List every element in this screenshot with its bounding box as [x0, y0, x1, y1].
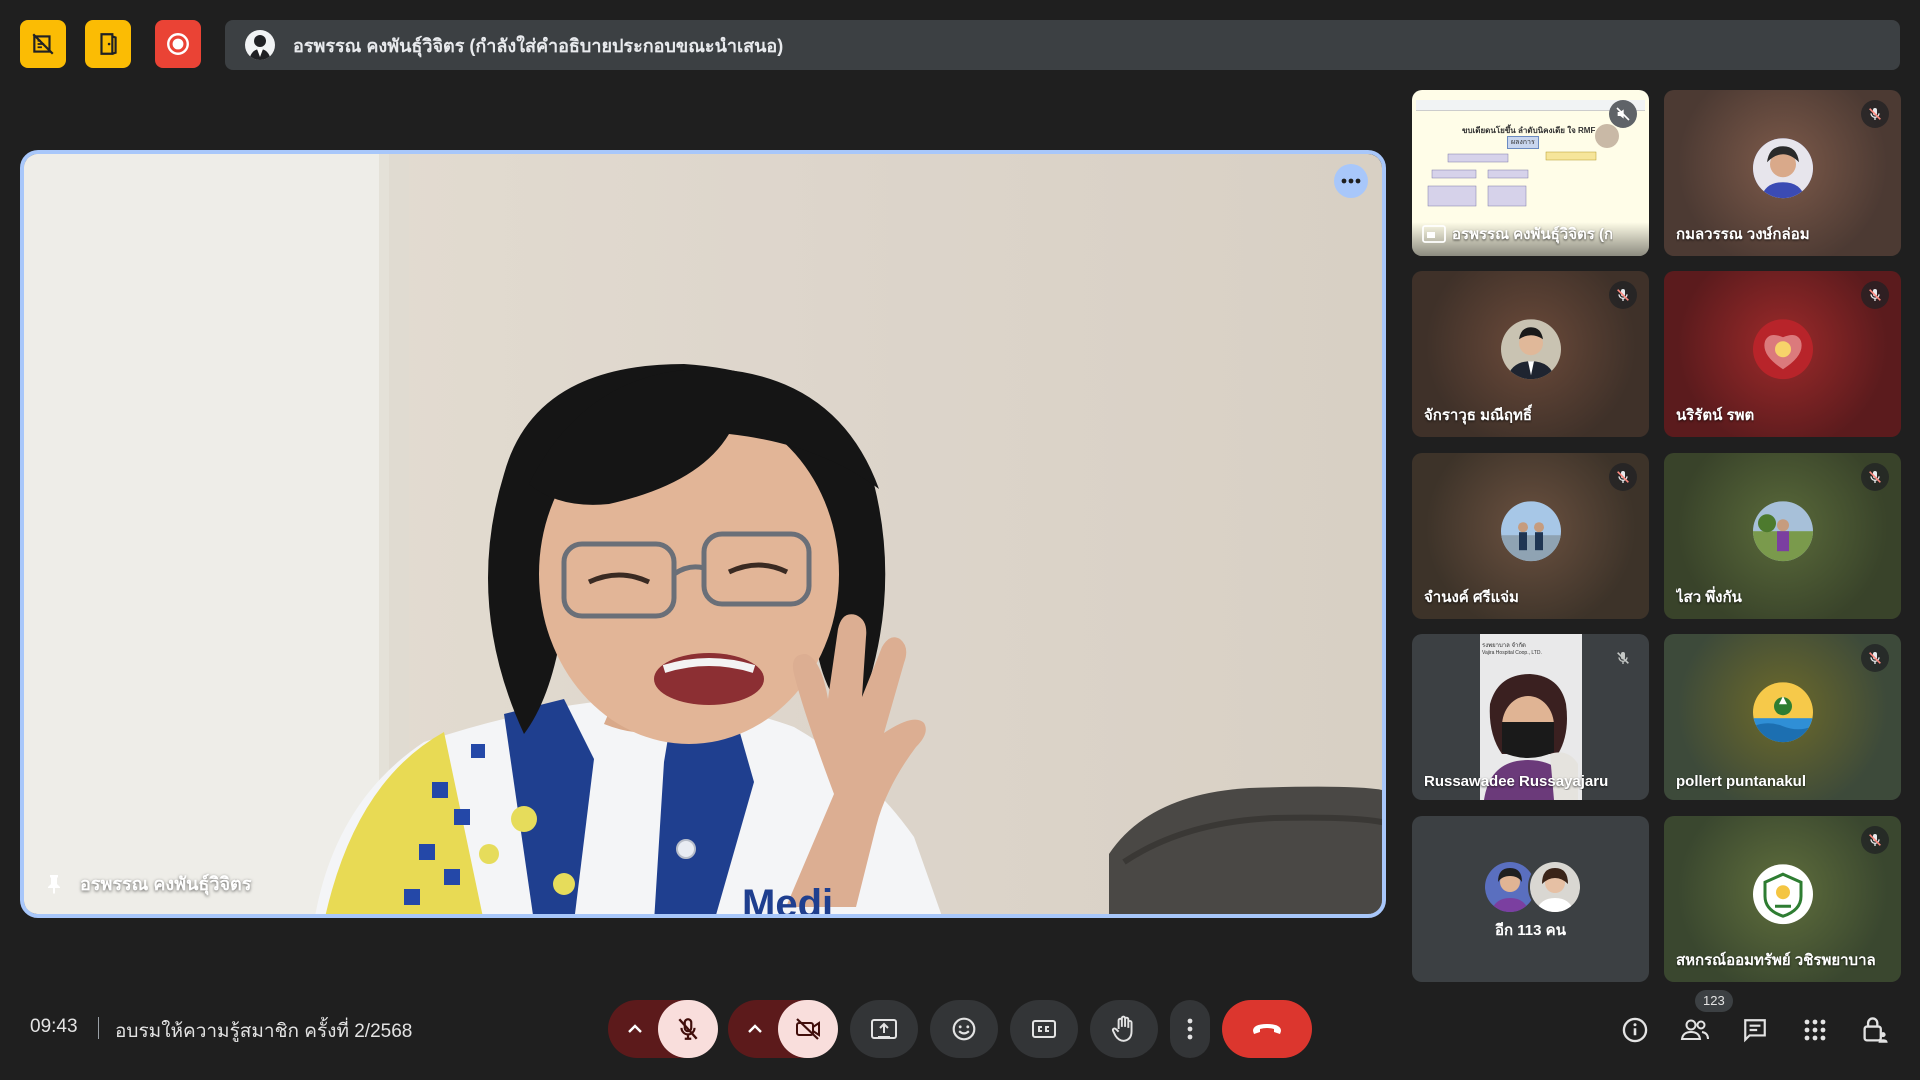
call-end-icon — [1253, 1024, 1281, 1034]
divider — [98, 1017, 99, 1039]
participant-count-badge: 123 — [1695, 990, 1733, 1012]
chat-button[interactable] — [1738, 1013, 1772, 1047]
more-horiz-icon — [1341, 178, 1361, 184]
mic-off-icon — [1617, 652, 1629, 664]
participant-tile-russawadee[interactable]: รงพยาบาล จำกัด Vajira Hospital Coop., LT… — [1412, 634, 1649, 800]
avatar — [1752, 138, 1813, 199]
record-icon — [167, 33, 189, 55]
mic-off-icon — [1869, 652, 1881, 664]
door-icon — [100, 33, 117, 55]
mic-off-indicator — [1609, 463, 1637, 491]
reactions-button[interactable] — [930, 1000, 998, 1058]
emoji-icon — [952, 1017, 976, 1041]
host-controls-button[interactable] — [1858, 1013, 1892, 1047]
more-participants-tile[interactable]: อีก 113 คน — [1412, 816, 1649, 982]
avatar — [1752, 501, 1813, 562]
breakout-room-button[interactable] — [85, 20, 131, 68]
participant-tile-chamnong[interactable]: จำนงค์ ศรีแจ่ม — [1412, 453, 1649, 619]
participant-name: จำนงค์ ศรีแจ่ม — [1424, 589, 1519, 606]
avatar — [1752, 319, 1813, 380]
camera-toggle-button[interactable] — [778, 1000, 838, 1058]
meeting-details-button[interactable] — [1618, 1013, 1652, 1047]
lock-person-icon — [1863, 1017, 1888, 1043]
people-button[interactable] — [1678, 1013, 1712, 1047]
mic-off-icon — [1869, 108, 1881, 120]
mute-all-icon — [32, 33, 54, 55]
more-participants-label: อีก 113 คน — [1495, 922, 1566, 939]
participant-tile-jakkrawut[interactable]: จักราวุธ มณีฤทธิ์ — [1412, 271, 1649, 437]
mic-off-icon — [1869, 834, 1881, 846]
info-icon — [1622, 1017, 1648, 1043]
mic-off-indicator — [1609, 644, 1637, 672]
participant-name: จักราวุธ มณีฤทธิ์ — [1424, 407, 1533, 424]
chevron-up-icon — [628, 1024, 642, 1033]
apps-grid-icon — [1804, 1019, 1826, 1041]
participant-tile-coop[interactable]: สหกรณ์ออมทรัพย์ วชิรพยาบาล — [1664, 816, 1901, 982]
mic-off-indicator — [1861, 281, 1889, 309]
mic-off-icon — [1869, 289, 1881, 301]
presentation-tile[interactable]: ขบเดียดนโยขึ้น ลำดับนิคงเดีย ใจ RMF ผลงก… — [1412, 90, 1649, 256]
presenting-banner-text: อรพรรณ คงพันธุ์วิจิตร (กำลังใส่คำอธิบายป… — [293, 35, 784, 56]
present-screen-icon — [1422, 225, 1446, 243]
microphone-toggle-button[interactable] — [658, 1000, 718, 1058]
captions-button[interactable] — [1010, 1000, 1078, 1058]
mic-off-icon — [1617, 289, 1629, 301]
shirt-text: Medi — [742, 882, 834, 914]
meeting-clock: 09:43 — [30, 1016, 78, 1037]
main-tile-name: อรพรรณ คงพันธุ์วิจิตร — [46, 869, 251, 898]
mic-off-indicator — [1609, 281, 1637, 309]
mute-all-button[interactable] — [20, 20, 66, 68]
participant-name: pollert puntanakul — [1676, 773, 1807, 790]
main-video-tile[interactable]: Medi อรพรรณ คงพันธุ์วิจิตร — [20, 150, 1386, 918]
recording-button[interactable] — [155, 20, 201, 68]
raise-hand-icon — [1111, 1015, 1133, 1042]
presenter-avatar — [245, 30, 275, 60]
mic-off-indicator — [1861, 100, 1889, 128]
avatar — [1528, 860, 1582, 914]
mic-off-indicator — [1861, 826, 1889, 854]
mic-off-icon — [678, 1018, 698, 1040]
presenter-video: Medi — [24, 154, 1382, 914]
tile-more-options-button[interactable] — [1334, 164, 1368, 198]
people-icon — [1680, 1019, 1709, 1040]
volume-off-icon — [1616, 107, 1630, 121]
avatar — [1500, 319, 1561, 380]
presenting-banner: อรพรรณ คงพันธุ์วิจิตร (กำลังใส่คำอธิบายป… — [225, 20, 1900, 70]
participant-tile-narirat[interactable]: นริรัตน์ รพต — [1664, 271, 1901, 437]
audio-options-button[interactable] — [608, 1024, 662, 1034]
closed-captions-icon — [1032, 1020, 1056, 1038]
participant-name: สหกรณ์ออมทรัพย์ วชิรพยาบาล — [1676, 952, 1876, 969]
avatar — [1752, 864, 1813, 925]
mic-off-icon — [1869, 471, 1881, 483]
chevron-up-icon — [748, 1024, 762, 1033]
presentation-muted-indicator — [1609, 100, 1637, 128]
pin-icon — [48, 874, 60, 894]
raise-hand-button[interactable] — [1090, 1000, 1158, 1058]
mic-off-indicator — [1861, 463, 1889, 491]
participant-name: นริรัตน์ รพต — [1676, 407, 1755, 424]
chat-icon — [1744, 1019, 1766, 1043]
participant-name: ไสว พึ่งกัน — [1676, 589, 1742, 606]
leave-call-button[interactable] — [1222, 1000, 1312, 1058]
presentation-owner-name: อรพรรณ คงพันธุ์วิจิตร (ก — [1452, 226, 1614, 243]
presenter-name: อรพรรณ คงพันธุ์วิจิตร — [80, 874, 252, 894]
mic-off-indicator — [1861, 644, 1889, 672]
avatar — [1752, 682, 1813, 743]
present-to-all-icon — [871, 1019, 897, 1039]
more-vert-icon — [1187, 1018, 1193, 1040]
activities-button[interactable] — [1798, 1013, 1832, 1047]
meeting-title: อบรมให้ความรู้สมาชิก ครั้งที่ 2/2568 — [115, 1021, 413, 1042]
avatar — [1500, 501, 1561, 562]
mic-off-icon — [1617, 471, 1629, 483]
more-options-button[interactable] — [1170, 1000, 1210, 1058]
present-now-button[interactable] — [850, 1000, 918, 1058]
participant-tile-kamonwan[interactable]: กมลวรรณ วงษ์กล่อม — [1664, 90, 1901, 256]
participant-tile-saow[interactable]: ไสว พึ่งกัน — [1664, 453, 1901, 619]
videocam-off-icon — [796, 1018, 820, 1040]
participant-name: Russawadee Russayajaru — [1424, 773, 1609, 790]
participant-tile-pollert[interactable]: pollert puntanakul — [1664, 634, 1901, 800]
participant-name: กมลวรรณ วงษ์กล่อม — [1676, 226, 1810, 243]
video-options-button[interactable] — [728, 1024, 782, 1034]
